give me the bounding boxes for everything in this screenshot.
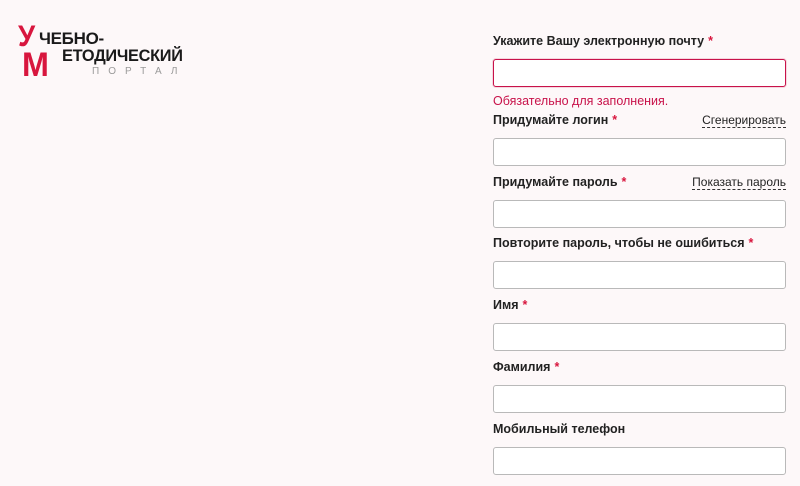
first-name-input[interactable]: [493, 323, 786, 351]
login-field-group: Придумайте логин * Сгенерировать: [493, 113, 786, 166]
logo-letter-m: М: [22, 46, 49, 84]
password-label: Придумайте пароль *: [493, 175, 627, 189]
password-repeat-input[interactable]: [493, 261, 786, 289]
password-repeat-label: Повторите пароль, чтобы не ошибиться *: [493, 236, 754, 250]
login-input[interactable]: [493, 138, 786, 166]
last-name-input[interactable]: [493, 385, 786, 413]
email-field-group: Укажите Вашу электронную почту * Обязател…: [493, 34, 786, 108]
required-mark: *: [748, 236, 754, 250]
password-input[interactable]: [493, 200, 786, 228]
phone-label: Мобильный телефон: [493, 422, 626, 436]
password-field-group: Придумайте пароль * Показать пароль: [493, 175, 786, 228]
last-name-label: Фамилия *: [493, 360, 560, 374]
generate-login-link[interactable]: Сгенерировать: [702, 114, 786, 128]
show-password-link[interactable]: Показать пароль: [692, 176, 786, 190]
email-input[interactable]: [493, 59, 786, 87]
phone-field-group: Мобильный телефон: [493, 422, 786, 475]
required-mark: *: [621, 175, 627, 189]
logo-line-2: ЕТОДИЧЕСКИЙ: [62, 46, 183, 65]
required-mark: *: [708, 34, 713, 48]
required-mark: *: [554, 360, 560, 374]
logo-line-1: ЧЕБНО-: [39, 29, 104, 48]
last-name-field-group: Фамилия *: [493, 360, 786, 413]
logo-subtitle: ПОРТАЛ: [92, 66, 187, 77]
login-label: Придумайте логин *: [493, 113, 618, 127]
email-label: Укажите Вашу электронную почту *: [493, 34, 713, 48]
email-error-message: Обязательно для заполнения.: [493, 94, 669, 108]
first-name-field-group: Имя *: [493, 298, 786, 351]
password-repeat-field-group: Повторите пароль, чтобы не ошибиться *: [493, 236, 786, 289]
site-logo[interactable]: У ЧЕБНО- М ЕТОДИЧЕСКИЙ ПОРТАЛ: [18, 18, 188, 83]
required-mark: *: [522, 298, 528, 312]
first-name-label: Имя *: [493, 298, 528, 312]
phone-input[interactable]: [493, 447, 786, 475]
required-mark: *: [612, 113, 618, 127]
